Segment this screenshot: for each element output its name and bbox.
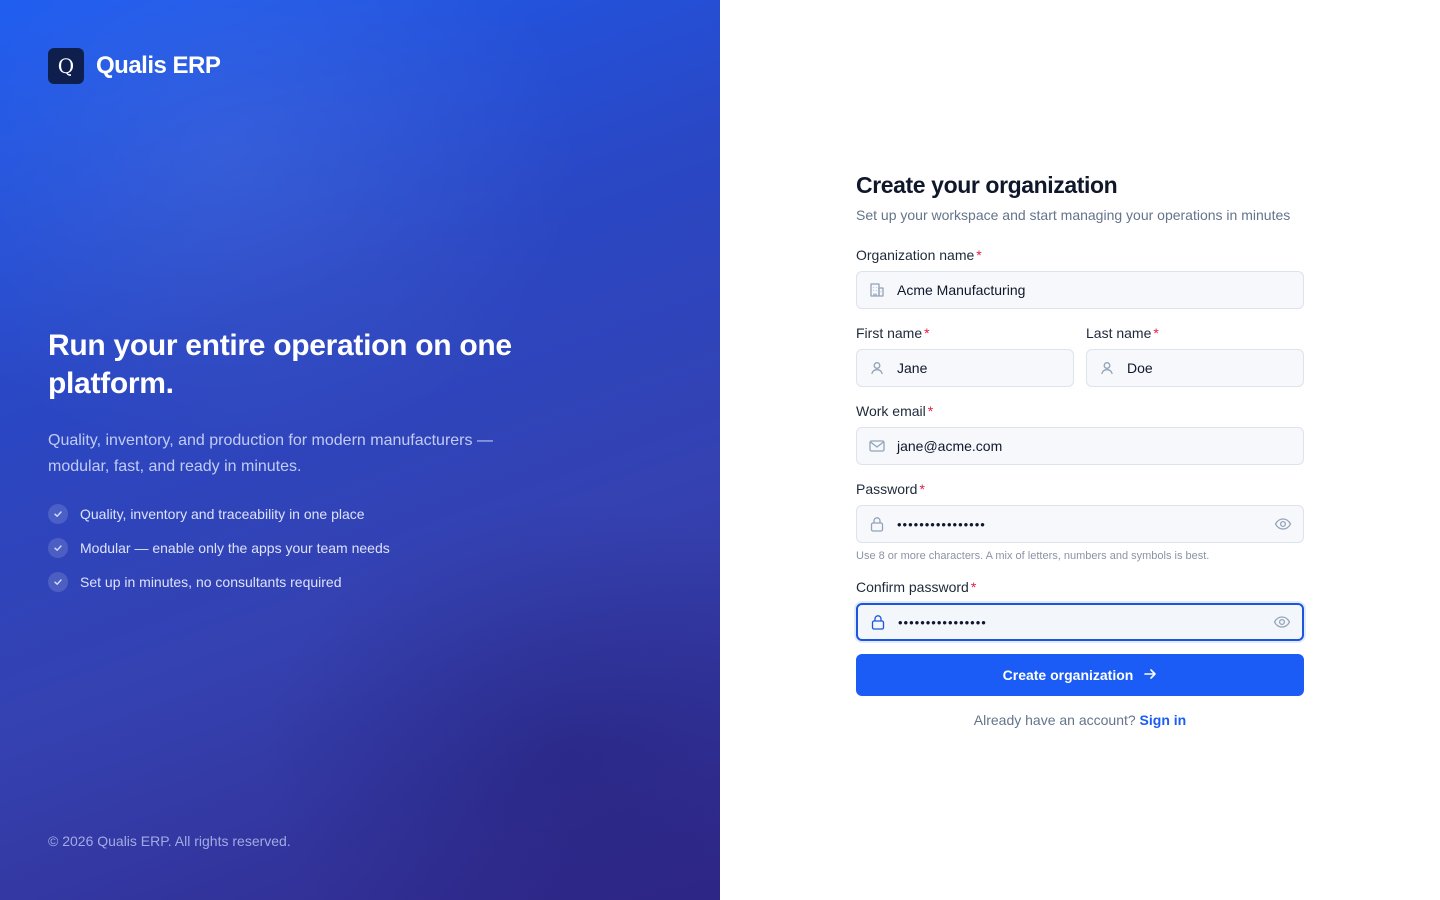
- email-label-text: Work email: [856, 403, 926, 419]
- check-icon: [48, 504, 68, 524]
- confirm-password-field: Confirm password * ••••••••••••••••: [856, 578, 1304, 641]
- user-icon: [857, 360, 897, 376]
- create-organization-label: Create organization: [1002, 667, 1134, 683]
- email-value: jane@acme.com: [897, 438, 1003, 454]
- create-organization-button[interactable]: Create organization: [856, 654, 1304, 696]
- logo[interactable]: Q Qualis ERP: [48, 48, 221, 84]
- mail-icon: [857, 437, 897, 455]
- password-label-text: Password: [856, 481, 918, 497]
- signin-link[interactable]: Sign in: [1140, 712, 1187, 728]
- password-label: Password *: [856, 480, 1304, 498]
- required-marker: *: [927, 403, 934, 419]
- first-name-value: Jane: [897, 360, 928, 376]
- lock-icon: [858, 613, 898, 631]
- email-input[interactable]: jane@acme.com: [856, 427, 1304, 465]
- signin-prompt: Already have an account?: [973, 712, 1136, 728]
- org-name-label-text: Organization name: [856, 247, 975, 263]
- first-name-field: First name * Jane: [856, 324, 1074, 387]
- password-field: Password * •••••••••••••••• Use 8 or more…: [856, 480, 1304, 562]
- hero-title: Run your entire operation on one platfor…: [48, 329, 512, 400]
- required-marker: *: [1153, 325, 1159, 341]
- eye-icon[interactable]: [1263, 515, 1303, 533]
- form-title: Create your organization: [856, 172, 1118, 198]
- confirm-password-label-text: Confirm password: [856, 579, 969, 595]
- confirm-password-input[interactable]: ••••••••••••••••: [856, 603, 1304, 641]
- org-name-value: Acme Manufacturing: [897, 282, 1026, 298]
- signup-form: Create your organization Set up your wor…: [856, 170, 1304, 728]
- last-name-input[interactable]: Doe: [1086, 349, 1304, 387]
- feature-text: Quality, inventory and traceability in o…: [80, 506, 365, 522]
- brand-panel: Q Qualis ERP Run your entire operation o…: [0, 0, 720, 900]
- feature-text: Set up in minutes, no consultants requir…: [80, 574, 342, 590]
- building-icon: [857, 281, 897, 299]
- feature-item: Modular — enable only the apps your team…: [48, 538, 528, 558]
- password-hint: Use 8 or more characters. A mix of lette…: [856, 550, 1210, 562]
- first-name-input[interactable]: Jane: [856, 349, 1074, 387]
- confirm-password-value: ••••••••••••••••: [898, 614, 987, 630]
- signin-row: Already have an account? Sign in: [856, 712, 1304, 728]
- form-subtitle: Set up your workspace and start managing…: [856, 207, 1291, 223]
- feature-list: Quality, inventory and traceability in o…: [48, 504, 528, 592]
- copyright: © 2026 Qualis ERP. All rights reserved.: [48, 833, 291, 849]
- org-name-label: Organization name *: [856, 246, 1304, 264]
- feature-text: Modular — enable only the apps your team…: [80, 540, 390, 556]
- org-name-input[interactable]: Acme Manufacturing: [856, 271, 1304, 309]
- password-input[interactable]: ••••••••••••••••: [856, 505, 1304, 543]
- confirm-password-label: Confirm password *: [856, 578, 1304, 596]
- org-name-field: Organization name * Acme Manufacturing: [856, 246, 1304, 309]
- last-name-label-text: Last name: [1086, 325, 1152, 341]
- email-label: Work email *: [856, 402, 1304, 420]
- check-icon: [48, 538, 68, 558]
- last-name-value: Doe: [1127, 360, 1153, 376]
- feature-item: Quality, inventory and traceability in o…: [48, 504, 528, 524]
- first-name-label: First name *: [856, 324, 1074, 342]
- check-icon: [48, 572, 68, 592]
- email-field: Work email * jane@acme.com: [856, 402, 1304, 465]
- feature-item: Set up in minutes, no consultants requir…: [48, 572, 528, 592]
- lock-icon: [857, 515, 897, 533]
- password-value: ••••••••••••••••: [897, 516, 986, 532]
- last-name-label: Last name *: [1086, 324, 1304, 342]
- logo-mark-icon: Q: [48, 48, 84, 84]
- hero: Run your entire operation on one platfor…: [48, 327, 528, 606]
- required-marker: *: [970, 579, 977, 595]
- last-name-field: Last name * Doe: [1086, 324, 1304, 387]
- arrow-right-icon: [1143, 667, 1157, 684]
- required-marker: *: [924, 325, 930, 341]
- required-marker: *: [976, 247, 982, 263]
- eye-icon[interactable]: [1262, 613, 1302, 631]
- hero-subtitle: Quality, inventory, and production for m…: [48, 432, 493, 475]
- user-icon: [1087, 360, 1127, 376]
- required-marker: *: [919, 481, 925, 497]
- first-name-label-text: First name: [856, 325, 923, 341]
- brand-name: Qualis ERP: [96, 52, 221, 79]
